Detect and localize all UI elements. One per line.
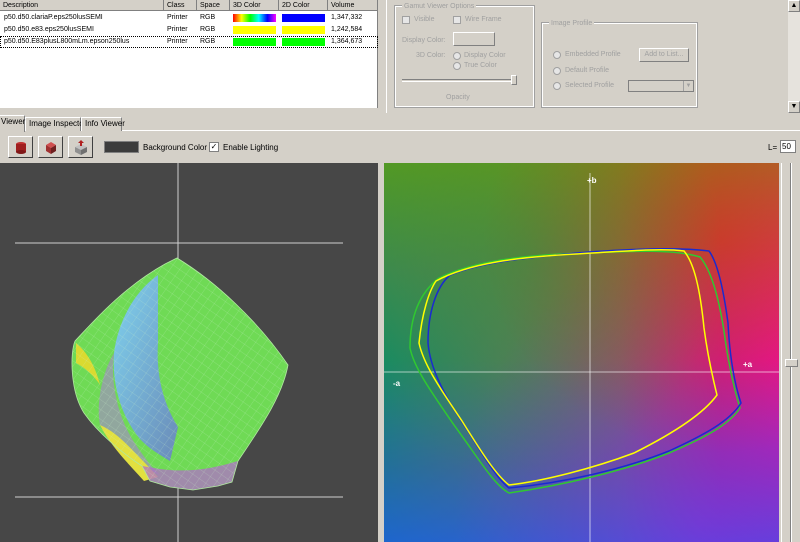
row-class: Printer <box>167 14 188 21</box>
selected-profile-label: Selected Profile <box>565 82 615 89</box>
row-2d-color-swatch[interactable] <box>282 38 325 46</box>
gamut-3d-viewer[interactable] <box>0 163 378 542</box>
wireframe-label: Wire Frame <box>465 16 502 23</box>
enable-lighting-checkbox[interactable]: ✓ <box>209 142 219 152</box>
visible-label: Visible <box>414 16 435 23</box>
selected-profile-radio[interactable] <box>553 82 561 90</box>
column-header-description[interactable]: Description <box>0 0 164 11</box>
chevron-down-icon: ▼ <box>683 81 693 91</box>
default-profile-label: Default Profile <box>565 67 609 74</box>
tab-info-viewer[interactable]: Info Viewer <box>81 117 125 131</box>
display-color-button[interactable] <box>453 32 495 46</box>
scroll-up-icon[interactable]: ▲ <box>788 0 800 12</box>
enable-lighting-label: Enable Lighting <box>223 143 279 152</box>
display-color-radio[interactable] <box>453 52 461 60</box>
row-space: RGB <box>200 26 216 33</box>
l-value-label: L= <box>768 143 778 152</box>
l-value-input[interactable]: 50 <box>780 140 796 153</box>
tab-viewer[interactable]: Viewer <box>0 115 25 132</box>
table-row[interactable]: p50.d50.E83plusL800mLm.epson250lus Print… <box>0 36 378 48</box>
row-3d-color-swatch[interactable] <box>233 14 276 22</box>
gamut-3d-canvas[interactable] <box>0 163 378 542</box>
plus-b-label: +b <box>587 176 597 185</box>
row-volume: 1,347,332 <box>331 14 363 21</box>
minus-a-label: -a <box>393 379 401 388</box>
column-header-3d-color[interactable]: 3D Color <box>230 0 279 11</box>
row-space: RGB <box>200 38 216 45</box>
display-color-label: Display Color: <box>402 37 446 44</box>
row-description: p50.d50.E83plusL800mLm.epson250lus <box>4 38 130 45</box>
background-color-swatch[interactable] <box>104 141 139 153</box>
background-color-label: Background Color <box>143 143 208 152</box>
tab-image-inspector[interactable]: Image Inspector <box>25 117 86 131</box>
row-3d-color-swatch[interactable] <box>233 26 276 34</box>
cylinder-icon <box>16 142 26 154</box>
image-profile-title: Image Profile <box>549 19 595 28</box>
row-class: Printer <box>167 38 188 45</box>
l-value-slider-strip[interactable] <box>781 163 800 542</box>
plus-a-label: +a <box>743 360 753 369</box>
l-slider-track[interactable] <box>790 163 792 542</box>
toolbar: Background Color ✓ Enable Lighting L= 50 <box>0 132 800 162</box>
display-color-option-label: Display Color <box>464 52 506 59</box>
column-header-2d-color[interactable]: 2D Color <box>279 0 328 11</box>
visible-checkbox[interactable] <box>402 16 410 24</box>
opacity-label: Opacity <box>446 94 470 101</box>
wireframe-checkbox[interactable] <box>453 16 461 24</box>
export-gamut-button[interactable] <box>38 136 63 158</box>
add-to-list-button[interactable]: Add to List... <box>639 48 689 62</box>
column-header-space[interactable]: Space <box>197 0 230 11</box>
embedded-profile-label: Embedded Profile <box>565 51 621 58</box>
gamut-solid <box>71 257 289 491</box>
ab-2d-viewer[interactable]: +b +a -a <box>384 163 779 542</box>
tab-bar: Viewer Image Inspector Info Viewer <box>0 115 800 132</box>
scroll-down-icon[interactable]: ▼ <box>788 101 800 113</box>
row-space: RGB <box>200 14 216 21</box>
opacity-slider-track[interactable] <box>402 79 516 82</box>
true-color-radio[interactable] <box>453 62 461 70</box>
column-header-volume[interactable]: Volume <box>328 0 378 11</box>
row-description: p50.d50.e83.eps250lusSEMI <box>4 26 94 33</box>
cube-icon <box>46 142 56 154</box>
image-profile-group: Image Profile Embedded Profile Add to Li… <box>541 19 698 108</box>
options-pane: Gamut Viewer Options Visible Wire Frame … <box>386 0 800 113</box>
true-color-option-label: True Color <box>464 62 497 69</box>
default-profile-radio[interactable] <box>553 67 561 75</box>
gamut-viewer-options-title: Gamut Viewer Options <box>402 2 477 11</box>
row-2d-color-swatch[interactable] <box>282 26 325 34</box>
gamut-outline-blue <box>427 248 742 489</box>
ab-plot-canvas[interactable] <box>384 163 779 542</box>
table-row[interactable]: p50.d50.clariaP.eps250lusSEMI Printer RG… <box>0 12 378 24</box>
column-header-class[interactable]: Class <box>164 0 197 11</box>
row-3d-color-swatch[interactable] <box>233 38 276 46</box>
color-3d-label: 3D Color: <box>416 52 446 59</box>
save-gamut-button[interactable] <box>8 136 33 158</box>
row-description: p50.d50.clariaP.eps250lusSEMI <box>4 14 103 21</box>
profile-table: Description Class Space 3D Color 2D Colo… <box>0 0 378 108</box>
box-import-icon <box>75 140 87 155</box>
row-volume: 1,242,584 <box>331 26 363 33</box>
row-volume: 1,364,673 <box>331 38 363 45</box>
opacity-slider-thumb[interactable] <box>511 75 517 85</box>
gamut-viewer-options-group: Gamut Viewer Options Visible Wire Frame … <box>394 2 535 108</box>
options-scrollbar[interactable]: ▲ ▼ <box>788 0 800 113</box>
row-class: Printer <box>167 26 188 33</box>
l-slider-thumb[interactable] <box>785 359 798 367</box>
row-2d-color-swatch[interactable] <box>282 14 325 22</box>
table-row[interactable]: p50.d50.e83.eps250lusSEMI Printer RGB 1,… <box>0 24 378 36</box>
import-gamut-button[interactable] <box>68 136 93 158</box>
embedded-profile-radio[interactable] <box>553 51 561 59</box>
selected-profile-dropdown[interactable]: ▼ <box>628 80 694 92</box>
